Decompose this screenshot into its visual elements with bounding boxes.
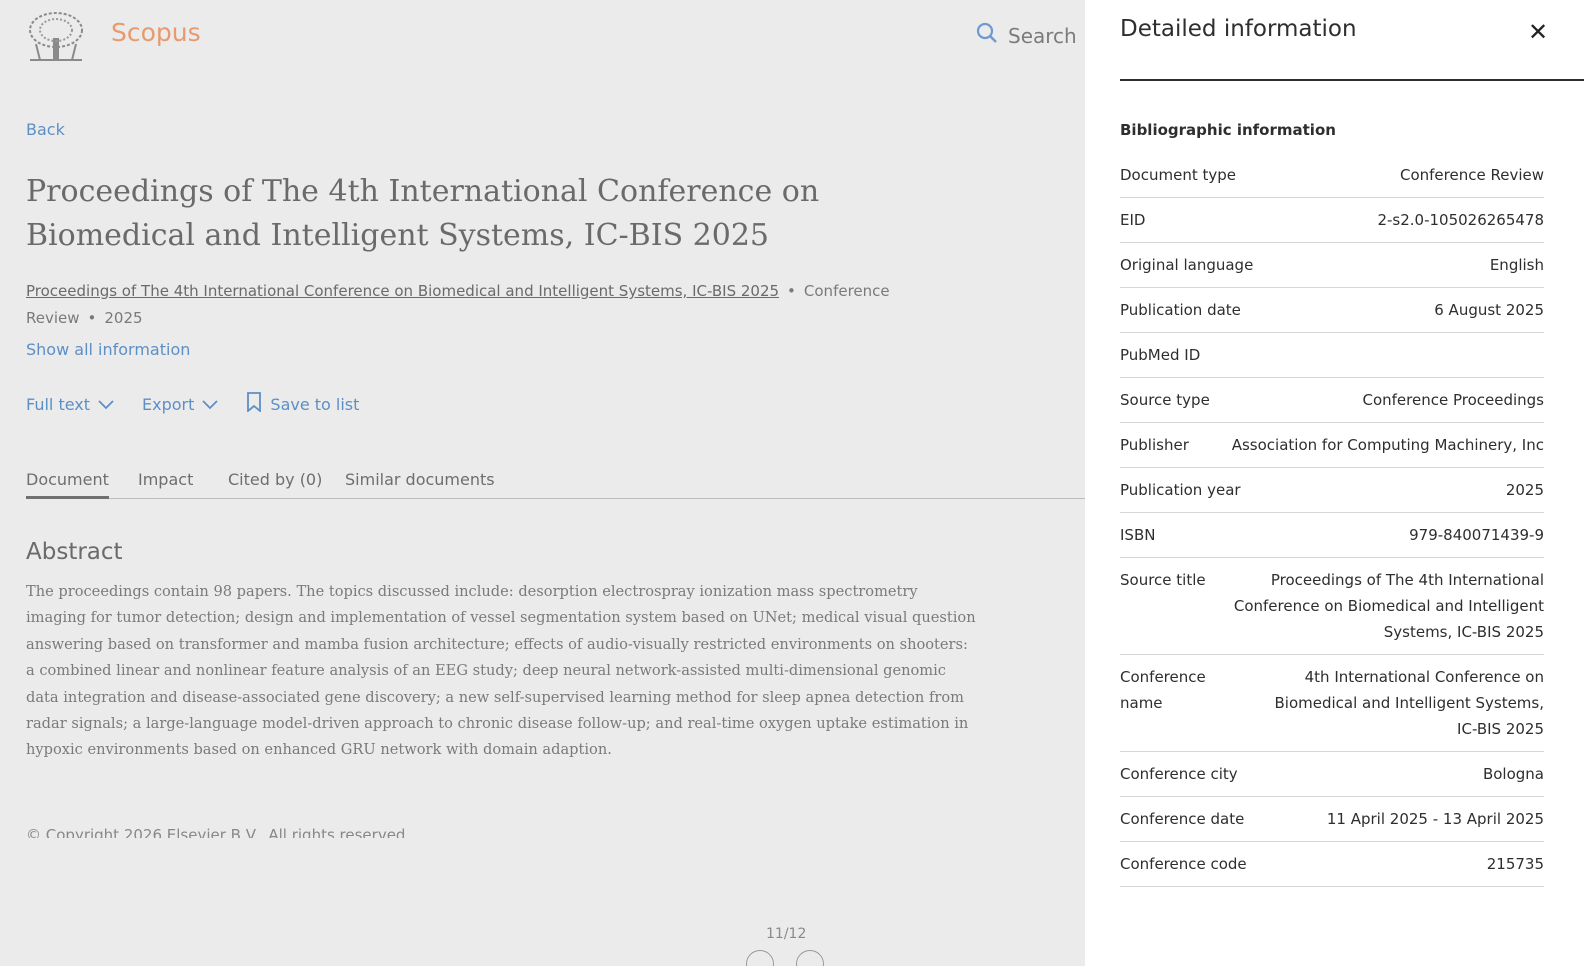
full-text-label: Full text — [26, 394, 91, 414]
row-label: EID — [1120, 211, 1146, 229]
back-link[interactable]: Back — [26, 120, 65, 139]
row-value: 2025 — [1505, 481, 1544, 499]
table-row: Source type Conference Proceedings — [1120, 378, 1544, 423]
row-label: Source title — [1120, 571, 1206, 589]
row-label: Original language — [1120, 256, 1254, 274]
detailed-information-panel: Detailed information ✕ Bibliographic inf… — [1085, 0, 1584, 966]
table-row: Original language English — [1120, 243, 1544, 288]
row-value: Proceedings of The 4th International Con… — [1233, 571, 1544, 641]
tab-impact[interactable]: Impact — [138, 470, 193, 496]
row-value: English — [1489, 256, 1544, 274]
show-all-information-link[interactable]: Show all information — [26, 340, 190, 359]
source-title-link[interactable]: Proceedings of The 4th International Con… — [26, 282, 779, 300]
full-text-button[interactable]: Full text — [26, 392, 114, 416]
row-label: Conference city — [1120, 765, 1238, 783]
row-value: 4th International Conference on Biomedic… — [1274, 668, 1545, 738]
tab-similar-documents[interactable]: Similar documents — [345, 470, 495, 496]
table-row: Publisher Association for Computing Machi… — [1120, 423, 1544, 468]
row-label: Publisher — [1120, 436, 1189, 454]
table-row: PubMed ID — [1120, 333, 1544, 378]
row-value: Association for Computing Machinery, Inc — [1231, 436, 1544, 454]
row-value: 11 April 2025 - 13 April 2025 — [1326, 810, 1544, 828]
row-value: Conference Review — [1399, 166, 1544, 184]
table-row: Publication year 2025 — [1120, 468, 1544, 513]
page-title: Proceedings of The 4th International Con… — [26, 174, 820, 253]
save-to-list-button[interactable]: Save to list — [246, 392, 359, 416]
search-label: Search — [1008, 23, 1077, 48]
table-row: Conference date 11 April 2025 - 13 April … — [1120, 797, 1544, 842]
row-value: Bologna — [1482, 765, 1544, 783]
table-row: Source title Proceedings of The 4th Inter… — [1120, 558, 1544, 655]
save-to-list-label: Save to list — [270, 394, 360, 414]
search-button[interactable]: Search — [976, 22, 1077, 49]
row-value: 979-840071439-9 — [1409, 526, 1544, 544]
row-label: Conference date — [1120, 810, 1245, 828]
panel-divider — [1120, 79, 1584, 81]
bibliographic-table: Document type Conference Review EID 2-s2.0-… — [1120, 153, 1544, 887]
bibliographic-heading: Bibliographic information — [1120, 121, 1336, 139]
abstract-text: The proceedings contain 98 papers. The t… — [26, 583, 976, 759]
row-label: Publication year — [1120, 481, 1241, 499]
table-row: EID 2-s2.0-105026265478 — [1120, 198, 1544, 243]
chevron-down-icon — [202, 395, 219, 414]
row-label: Conference code — [1120, 855, 1247, 873]
separator-dot: • — [87, 309, 97, 327]
document-meta: Proceedings of The 4th International Con… — [26, 278, 906, 332]
row-label: Conference name — [1120, 668, 1206, 712]
table-row: Conference code 215735 — [1120, 842, 1544, 887]
brand-name[interactable]: Scopus — [111, 18, 201, 47]
copyright-notice: © Copyright 2026 Elsevier B.V., All righ… — [26, 826, 411, 838]
row-value: 2-s2.0-105026265478 — [1377, 211, 1544, 229]
table-row: Conference city Bologna — [1120, 752, 1544, 797]
export-label: Export — [142, 394, 195, 414]
row-label: Source type — [1120, 391, 1210, 409]
panel-title: Detailed information — [1120, 16, 1357, 42]
separator-dot: • — [787, 282, 796, 300]
elsevier-tree-logo-icon[interactable] — [26, 10, 86, 64]
row-value: 215735 — [1486, 855, 1544, 873]
search-icon — [976, 22, 998, 49]
page-indicator: 11/12 — [766, 926, 807, 942]
action-bar: Full text Export Save to list — [26, 392, 359, 416]
table-row: Document type Conference Review — [1120, 153, 1544, 198]
row-label: Document type — [1120, 166, 1236, 184]
close-icon[interactable]: ✕ — [1528, 18, 1548, 46]
table-row: Publication date 6 August 2025 — [1120, 288, 1544, 333]
table-row: ISBN 979-840071439-9 — [1120, 513, 1544, 558]
table-row: Conference name 4th International Confere… — [1120, 655, 1544, 752]
main-content: Scopus Search Back Proceedings of The 4t… — [0, 0, 1096, 956]
chevron-down-icon — [98, 395, 114, 414]
abstract-heading: Abstract — [26, 539, 123, 565]
document-year: 2025 — [104, 309, 143, 327]
document-tabs: Document Impact Cited by (0) Similar doc… — [26, 468, 1096, 499]
row-label: PubMed ID — [1120, 346, 1201, 364]
tab-cited-by[interactable]: Cited by (0) — [228, 470, 322, 496]
row-value: 6 August 2025 — [1434, 301, 1544, 319]
tab-document[interactable]: Document — [26, 470, 109, 499]
export-button[interactable]: Export — [142, 392, 219, 416]
row-label: ISBN — [1120, 526, 1156, 544]
bookmark-icon — [246, 392, 262, 416]
row-value: Conference Proceedings — [1362, 391, 1544, 409]
row-label: Publication date — [1120, 301, 1241, 319]
